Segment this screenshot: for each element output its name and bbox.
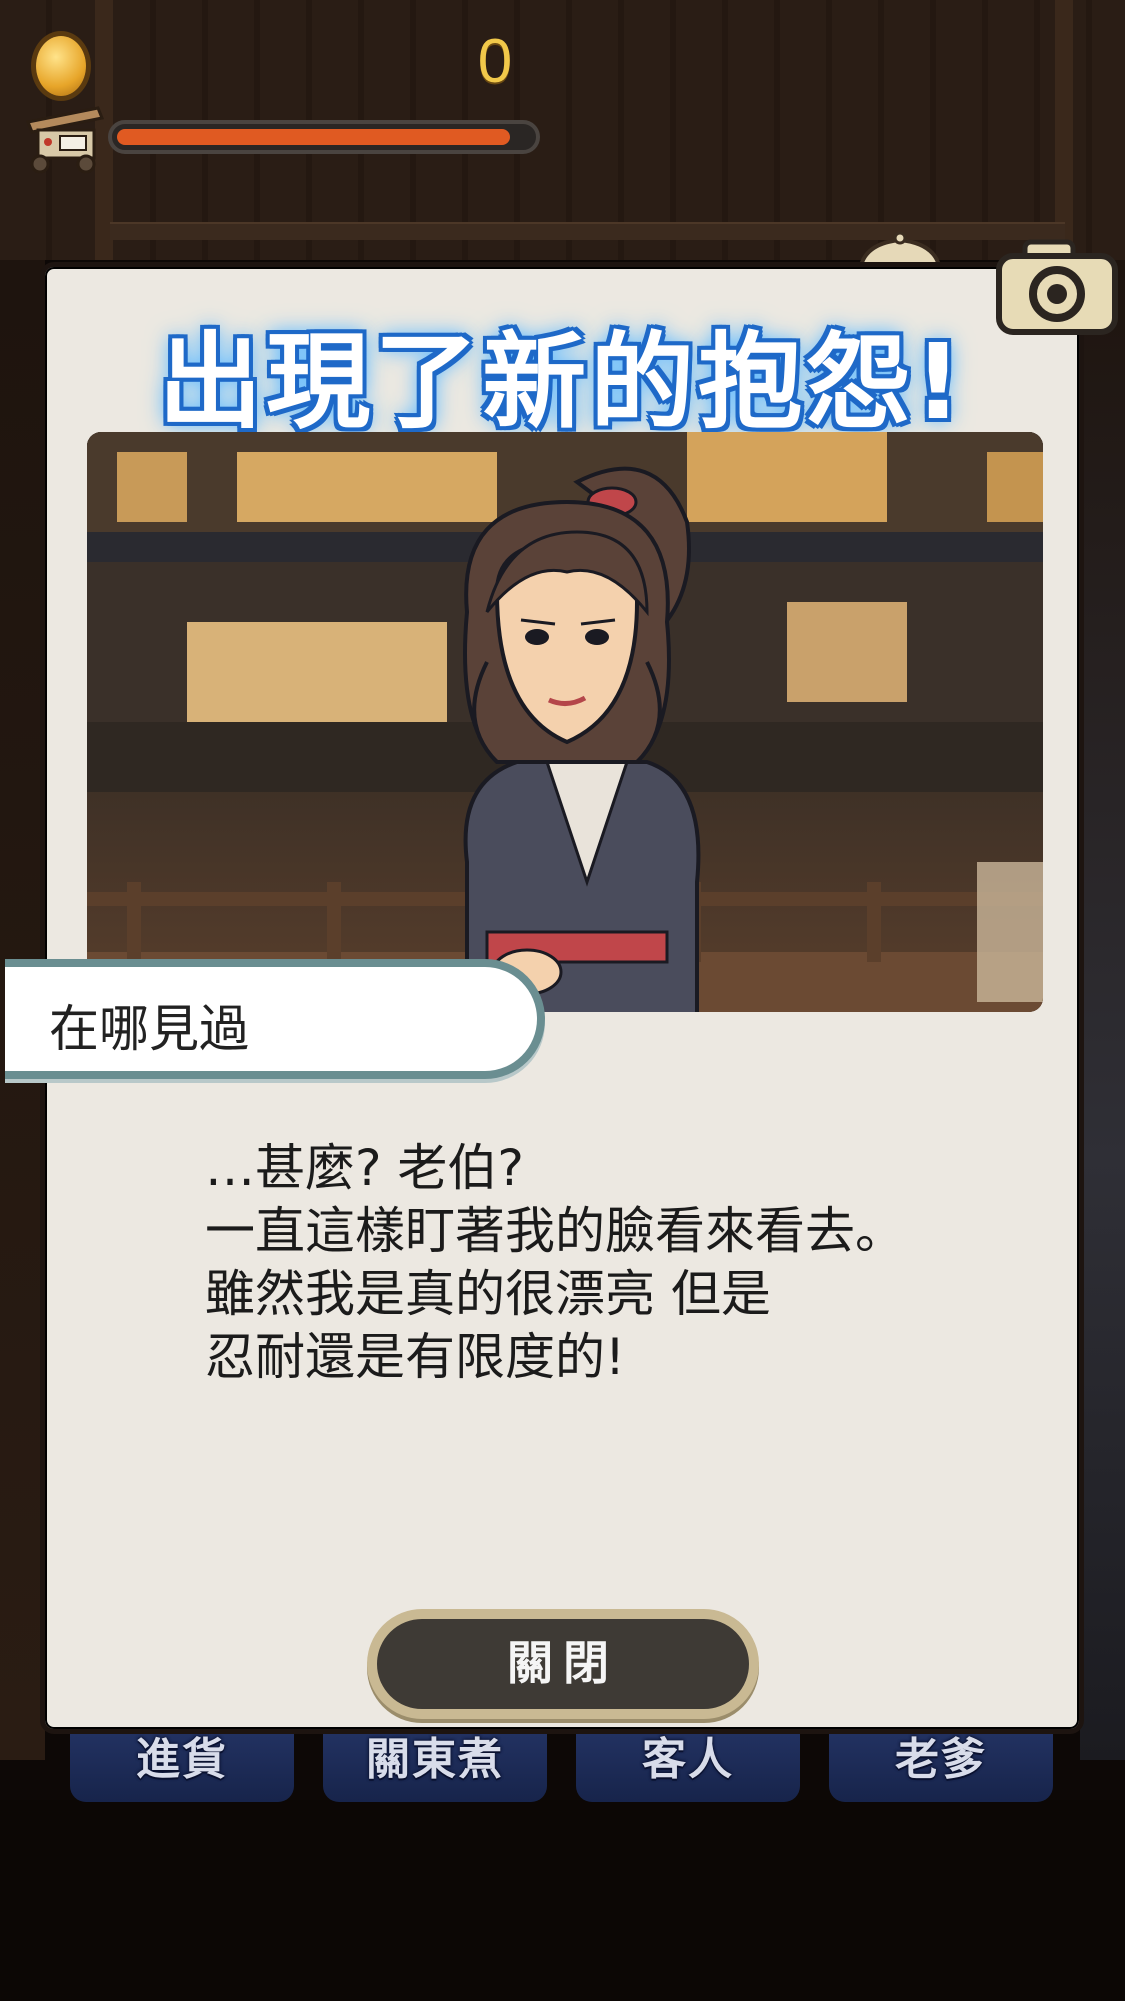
progress-bar-fill [117, 129, 510, 145]
progress-bar [108, 120, 540, 154]
wooden-post [1055, 0, 1073, 260]
camera-icon[interactable] [995, 236, 1119, 338]
oden-cart-icon [25, 106, 105, 174]
message-line: 忍耐還是有限度的! [205, 1328, 626, 1386]
complaint-dialog: 出現了新的抱怨! 在哪見過 …甚麼? 老伯? 一直這樣盯著我的臉看來看去。 雖然… [5, 262, 1084, 1734]
message-line: 一直這樣盯著我的臉看來看去。 [205, 1202, 905, 1260]
dialog-message: …甚麼? 老伯? 一直這樣盯著我的臉看來看去。 雖然我是真的很漂亮 但是 忍耐還… [205, 1137, 1005, 1389]
coin-count: 0 [477, 27, 513, 96]
character-scene-image [87, 432, 1043, 1012]
dialog-title: 出現了新的抱怨! [158, 321, 966, 443]
character-name-plate: 在哪見過 [5, 959, 545, 1079]
close-button[interactable]: 關閉 [367, 1609, 759, 1719]
coin-icon [36, 36, 86, 96]
message-line: …甚麼? 老伯? [205, 1139, 524, 1197]
background-right-edge [1080, 260, 1125, 1760]
message-line: 雖然我是真的很漂亮 但是 [205, 1265, 771, 1323]
character-name: 在哪見過 [49, 1000, 249, 1058]
character-illustration [87, 432, 1043, 1012]
bottom-empty-area [0, 1800, 1125, 2001]
